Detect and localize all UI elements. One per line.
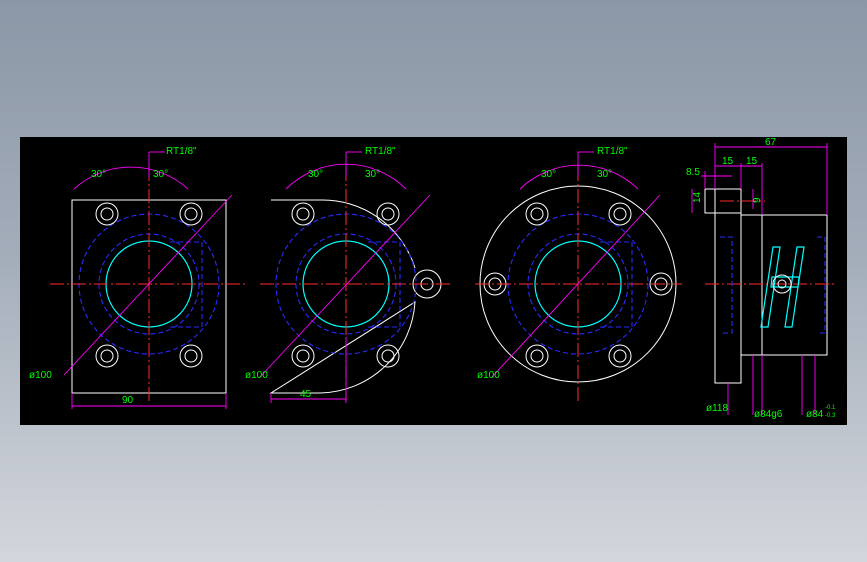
thread-label: RT1/8" xyxy=(166,146,197,157)
hole-label: 9 xyxy=(752,197,763,203)
body-step-label: 15 xyxy=(746,156,758,167)
angle-label-left: 30° xyxy=(541,169,556,180)
thread-label: RT1/8" xyxy=(597,146,628,157)
angle-label-right: 30° xyxy=(365,169,380,180)
side-view: 67 15 15 8.5 14 9 ø118 ø84g6 ø84 -0.1 -0… xyxy=(686,137,837,420)
angle-label-left: 30° xyxy=(91,169,106,180)
body-dia-label: ø84g6 xyxy=(754,409,783,420)
body-dia-2-label: ø84 xyxy=(806,409,824,420)
flange-thickness-label: 15 xyxy=(722,156,734,167)
dia-leader xyxy=(63,194,233,376)
cad-drawing-canvas[interactable]: RT1/8" 30° 30° ø100 90 RT1/8" 30° 30° ø1… xyxy=(20,137,847,425)
angle-label-left: 30° xyxy=(308,169,323,180)
offset-dim xyxy=(701,171,732,189)
width-label: 90 xyxy=(122,395,134,406)
diameter-label: ø100 xyxy=(29,370,52,381)
height-label: 14 xyxy=(692,191,703,203)
flange-outline xyxy=(269,199,416,394)
diameter-label: ø100 xyxy=(477,370,500,381)
thread-label: RT1/8" xyxy=(365,146,396,157)
small-offset-label: 8.5 xyxy=(686,167,700,178)
tolerance-lower: -0.3 xyxy=(825,413,836,419)
flange-dia-label: ø118 xyxy=(706,403,728,414)
cad-drawing: RT1/8" 30° 30° ø100 90 RT1/8" 30° 30° ø1… xyxy=(29,137,837,420)
return-tube xyxy=(760,246,805,328)
offset-label: 45 xyxy=(300,389,312,400)
angle-label-right: 30° xyxy=(153,169,168,180)
body-profile xyxy=(740,214,828,356)
view-1-square-flange: RT1/8" 30° 30° ø100 90 xyxy=(29,146,248,409)
length-label: 67 xyxy=(765,137,777,148)
angle-label-right: 30° xyxy=(597,169,612,180)
tolerance-upper: -0.1 xyxy=(825,405,836,411)
view-2-round-flange: RT1/8" 30° 30° ø100 45 xyxy=(245,146,450,403)
length-dim xyxy=(714,143,828,215)
view-3-round-flange: RT1/8" 30° 30° ø100 xyxy=(475,146,682,402)
angle-arc xyxy=(519,164,639,190)
diameter-label: ø100 xyxy=(245,370,268,381)
dia-leader xyxy=(491,194,661,378)
flange-profile xyxy=(714,188,742,384)
dia-leader xyxy=(259,194,431,378)
